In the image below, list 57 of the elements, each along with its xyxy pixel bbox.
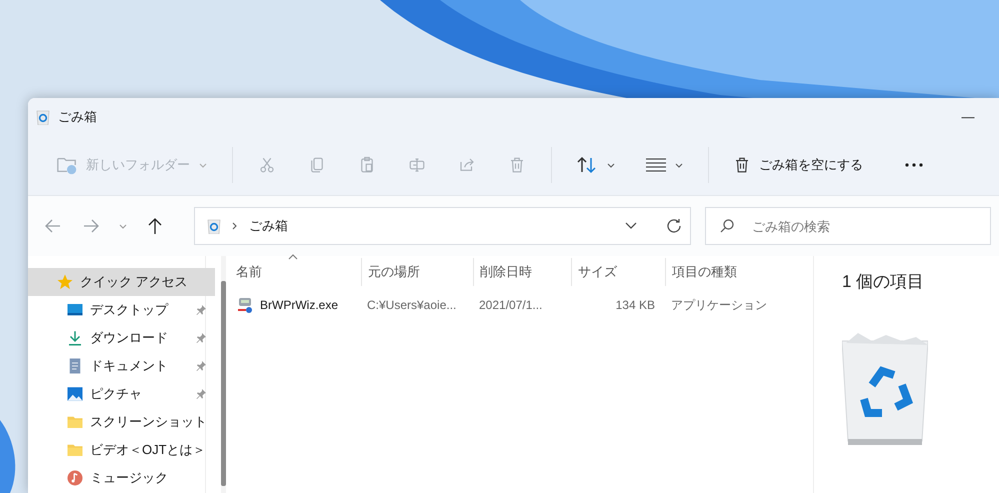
copy-icon [308,156,326,174]
recycle-bin-icon [207,218,221,234]
table-cell-text: C:¥Users¥aoie... [366,298,458,312]
pin-icon[interactable] [195,332,207,344]
scrollbar[interactable] [221,256,226,493]
sidebar-item[interactable]: デスクトップ [28,296,215,324]
scissors-icon [258,156,276,174]
rename-icon [408,156,426,174]
empty-recycle-bin-button[interactable]: ごみ箱を空にする [721,147,875,183]
sidebar-item[interactable]: ダウンロード [28,324,215,352]
star-icon [56,273,74,291]
window-title: ごみ箱 [58,108,98,126]
sidebar-item[interactable]: ピクチャ [28,380,215,408]
pin-icon[interactable] [195,360,207,372]
arrow-up-icon [148,218,162,234]
trash-icon [733,156,751,174]
table-cell-text: 2021/07/1... [478,298,544,312]
installer-icon [236,296,254,314]
chevron-right-icon [231,221,239,231]
pin-icon[interactable] [195,388,207,400]
share-icon [458,156,476,174]
clipboard-icon [358,156,376,174]
column-header[interactable]: 削除日時 [473,258,571,286]
download-icon [66,329,84,347]
sidebar-item[interactable]: ビデオ＜OJTとは＞ [28,436,215,464]
chevron-down-icon[interactable] [624,221,638,231]
column-header[interactable]: 元の場所 [361,258,473,286]
list-icon [646,158,666,172]
sidebar-item[interactable]: ドキュメント [28,352,215,380]
pin-icon[interactable] [195,304,207,316]
sidebar-item[interactable]: スクリーンショット [28,408,215,436]
picture-icon [66,385,84,403]
recycle-bin-icon [36,108,50,124]
minimize-button[interactable]: — [945,102,991,132]
more-icon [905,163,923,167]
sidebar-item[interactable]: クイック アクセス [28,268,215,296]
arrow-left-icon [45,219,61,233]
recycle-bin-icon [842,333,928,447]
sidebar-item[interactable]: ミュージック [28,464,215,492]
search-icon [720,219,734,233]
details-title: 1 個の項目 [842,271,926,293]
address-bar[interactable]: ごみ箱 [194,207,691,245]
refresh-icon[interactable] [666,218,682,234]
breadcrumb[interactable]: ごみ箱 [249,217,614,235]
column-header[interactable]: 項目の種類 [665,258,775,286]
table-cell-text: アプリケーション [670,296,768,314]
file-row[interactable]: BrWPrWiz.exe C:¥Users¥aoie... 2021/07/1... 134 KB アプリケーション [230,288,813,322]
table-cell: BrWPrWiz.exe [230,296,361,314]
search-field[interactable]: ごみ箱の検索 [750,218,976,234]
arrow-right-icon [83,219,99,233]
trash-icon [508,156,526,174]
table-cell-text: 134 KB [614,298,656,312]
music-icon [66,469,84,487]
search-box[interactable]: ごみ箱の検索 [705,207,991,245]
column-header[interactable]: 名前 [230,258,361,286]
column-header[interactable]: サイズ [571,258,665,286]
sort-icon [576,156,598,174]
